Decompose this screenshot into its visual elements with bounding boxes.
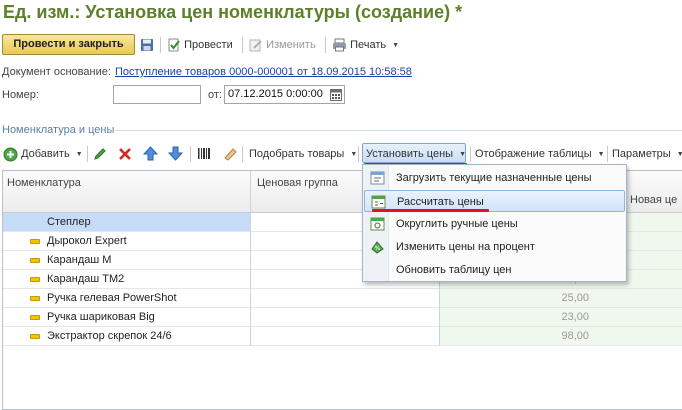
column-header-new-price[interactable]: Новая це — [630, 194, 677, 206]
table-row[interactable]: Экстрактор скрепок 24/6 98,00 — [3, 327, 682, 346]
print-label: Печать — [350, 39, 387, 51]
row-name: Экстрактор скрепок 24/6 — [47, 330, 172, 342]
row-price: 98,00 — [439, 327, 682, 345]
section-divider — [115, 130, 682, 131]
date-value: 07.12.2015 0:00:00 — [228, 88, 323, 100]
row-price: 25,00 — [439, 289, 682, 307]
add-icon — [3, 147, 18, 162]
edit-label: Изменить — [266, 39, 316, 51]
pick-goods-label: Подобрать товары — [249, 148, 345, 160]
printer-icon — [333, 38, 346, 52]
table-row[interactable]: Ручка шариковая Big 23,00 — [3, 308, 682, 327]
column-header-nomenclature[interactable]: Номенклатура — [7, 177, 81, 189]
menu-item-load-prices[interactable]: Загрузить текущие назначенные цены — [364, 167, 625, 189]
base-document-label: Документ основание: — [2, 66, 111, 78]
load-prices-icon — [370, 171, 385, 185]
table-view-button[interactable]: Отображение таблицы ▼ — [475, 146, 605, 162]
menu-item-label: Обновить таблицу цен — [396, 264, 512, 276]
menu-item-round-prices[interactable]: Округлить ручные цены — [364, 213, 625, 235]
set-prices-label: Установить цены — [366, 148, 454, 160]
edit-button[interactable]: Изменить — [249, 37, 316, 53]
save-button[interactable] — [140, 37, 154, 53]
post-and-close-button[interactable]: Провести и закрыть — [2, 34, 135, 55]
window-title: Ед. изм.: Установка цен номенклатуры (со… — [3, 2, 463, 22]
chevron-down-icon: ▼ — [392, 42, 400, 49]
eraser-icon[interactable] — [222, 146, 238, 161]
percent-change-icon: % — [371, 241, 384, 254]
main-toolbar: Провести и закрыть Провести Изменить Печ… — [0, 34, 682, 56]
move-up-icon[interactable] — [143, 146, 158, 161]
add-label: Добавить — [21, 148, 70, 160]
move-down-icon[interactable] — [168, 146, 183, 161]
column-header-price-group[interactable]: Ценовая группа — [257, 177, 338, 189]
section-title: Номенклатура и цены — [2, 124, 115, 136]
edit-icon — [249, 39, 262, 52]
params-label: Параметры — [612, 148, 671, 160]
round-prices-icon — [370, 217, 385, 231]
row-name: Ручка шариковая Big — [47, 311, 155, 323]
print-button[interactable]: Печать ▼ — [332, 37, 399, 53]
chevron-down-icon: ▼ — [597, 151, 605, 158]
chevron-down-icon: ▼ — [459, 151, 467, 158]
row-name: Карандаш ТМ2 — [47, 273, 125, 285]
svg-text:%: % — [375, 245, 381, 252]
chevron-down-icon: ▼ — [350, 151, 358, 158]
add-button[interactable]: Добавить ▼ — [3, 146, 83, 162]
number-label: Номер: — [2, 89, 39, 101]
table-row[interactable]: Ручка гелевая PowerShot 25,00 — [3, 289, 682, 308]
menu-item-percent-change[interactable]: % Изменить цены на процент — [364, 236, 625, 258]
barcode-icon[interactable] — [197, 146, 212, 161]
number-input[interactable] — [113, 85, 201, 104]
highlight-underline-menu — [372, 209, 489, 212]
pencil-edit-icon[interactable] — [93, 147, 107, 161]
date-from-label: от: — [208, 89, 222, 101]
chevron-down-icon: ▼ — [75, 151, 83, 158]
menu-item-label: Загрузить текущие назначенные цены — [396, 172, 592, 184]
table-toolbar: Добавить ▼ Подобрать товары ▼ Установить… — [0, 143, 682, 165]
row-name: Ручка гелевая PowerShot — [47, 292, 177, 304]
chevron-down-icon: ▼ — [676, 151, 682, 158]
base-document-link[interactable]: Поступление товаров 0000-000001 от 18.09… — [115, 66, 412, 78]
calendar-icon[interactable] — [330, 88, 342, 101]
menu-item-label: Округлить ручные цены — [396, 218, 518, 230]
set-prices-menu: Загрузить текущие назначенные цены Рассч… — [362, 164, 627, 282]
row-name: Степлер — [3, 213, 250, 231]
date-input[interactable]: 07.12.2015 0:00:00 — [224, 85, 345, 104]
pick-goods-button[interactable]: Подобрать товары ▼ — [249, 146, 357, 162]
post-label: Провести — [184, 39, 233, 51]
params-button[interactable]: Параметры ▼ — [612, 146, 682, 162]
post-button[interactable]: Провести — [167, 37, 233, 53]
delete-icon[interactable] — [118, 147, 132, 161]
row-price: 23,00 — [439, 308, 682, 326]
row-name: Карандаш М — [47, 254, 112, 266]
table-view-label: Отображение таблицы — [475, 148, 592, 160]
calculate-prices-icon — [371, 195, 386, 209]
menu-item-refresh-table[interactable]: Обновить таблицу цен — [364, 259, 625, 281]
row-name: Дырокол Expert — [47, 235, 127, 247]
set-prices-label-wrap[interactable]: Установить цены ▼ — [366, 146, 466, 162]
menu-item-label: Изменить цены на процент — [396, 241, 535, 253]
post-icon — [168, 38, 180, 52]
save-icon — [141, 39, 153, 52]
